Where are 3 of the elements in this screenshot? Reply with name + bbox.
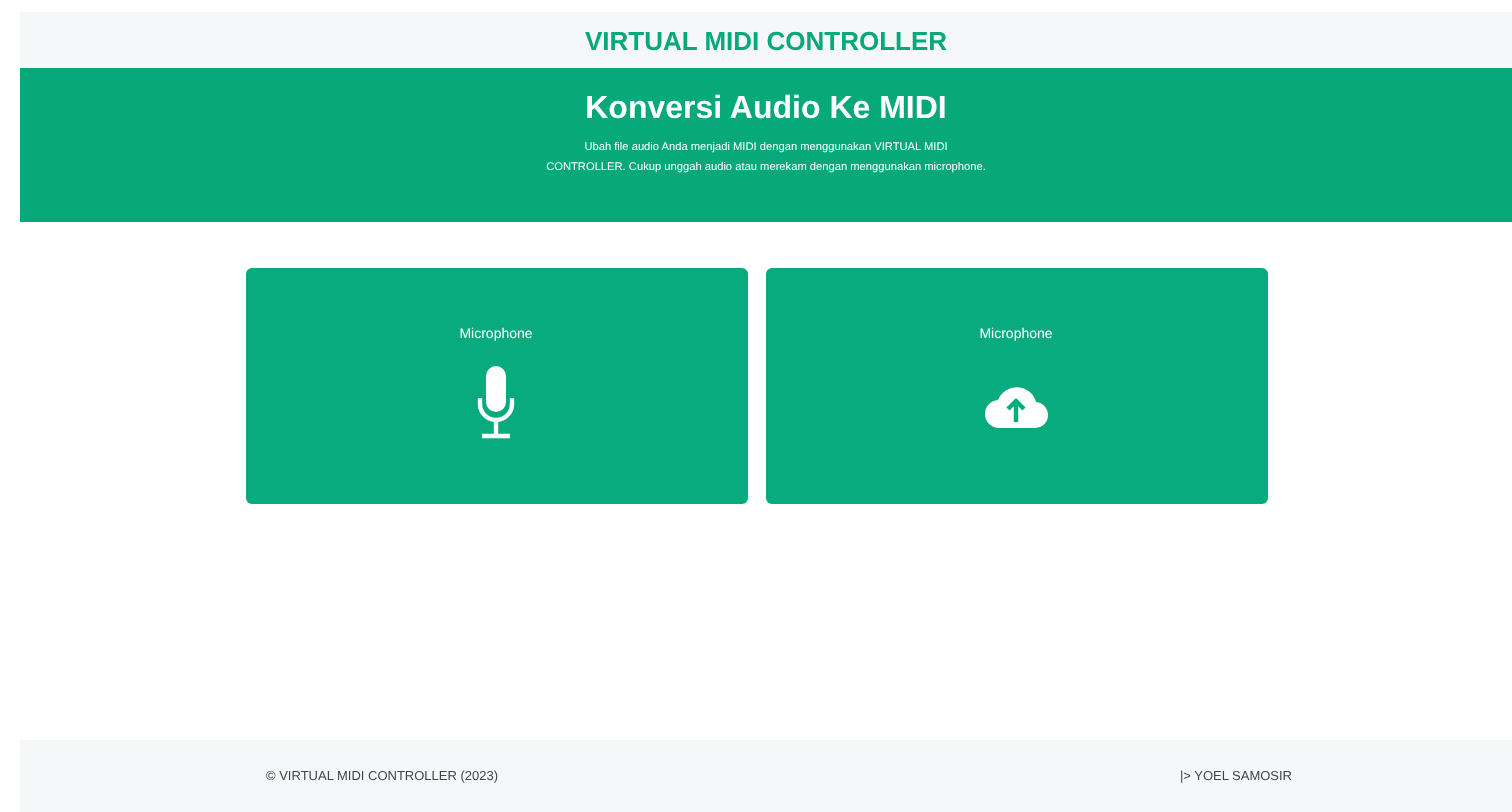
hero-title: Konversi Audio Ke MIDI [585, 92, 947, 128]
microphone-icon [476, 366, 516, 442]
app-title: VIRTUAL MIDI CONTROLLER [584, 25, 948, 55]
